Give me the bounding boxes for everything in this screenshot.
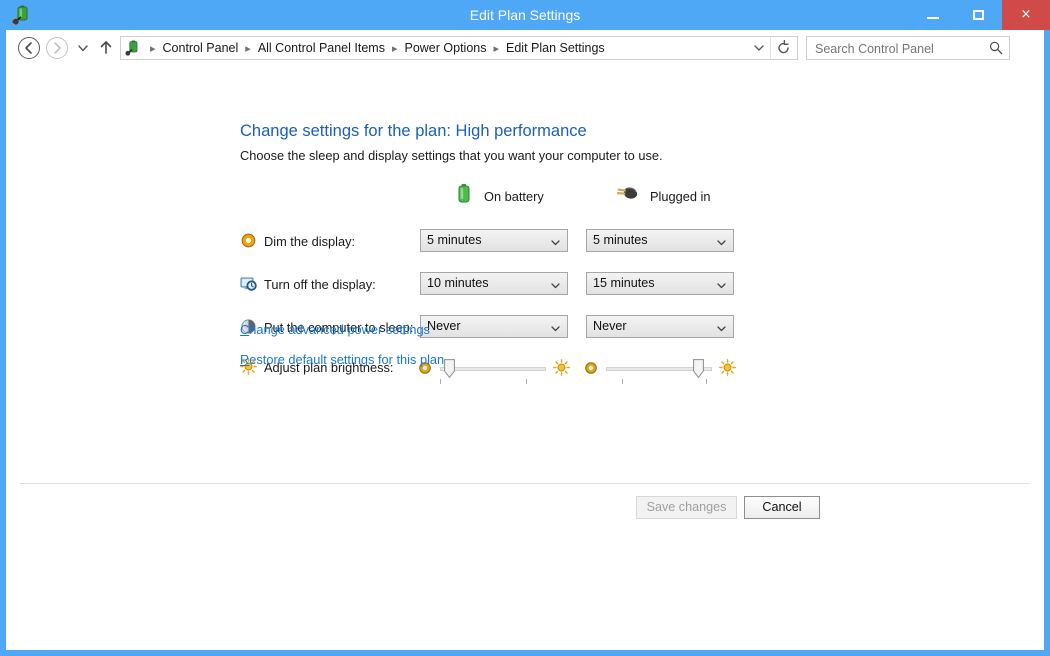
breadcrumb-separator-0: ▸ (150, 41, 156, 55)
content-panel: Change settings for the plan: High perfo… (6, 66, 1044, 650)
navigation-bar: ▸ Control Panel ▸ All Control Panel Item… (6, 30, 1044, 66)
breadcrumb: ▸ Control Panel ▸ All Control Panel Item… (145, 37, 607, 59)
link-change-advanced-power-settings[interactable]: Change advanced power settings (240, 322, 430, 337)
turn-off-display-icon (240, 275, 257, 292)
link-restore-default-settings[interactable]: Restore default settings for this plan (240, 352, 444, 367)
turn-off-display-plugged-select[interactable]: 15 minutes (586, 272, 734, 295)
column-label-on-battery: On battery (484, 188, 544, 204)
setting-row-sleep: Put the computer to sleep: Never Never (6, 312, 1044, 344)
maximize-icon (973, 10, 984, 20)
breadcrumb-item-power-options[interactable]: Power Options (402, 41, 488, 55)
dim-display-battery-select[interactable]: 5 minutes (420, 229, 568, 252)
minimize-icon (927, 17, 939, 19)
high-brightness-icon (719, 359, 736, 376)
link-text: estore default settings for this plan (249, 352, 445, 367)
title-bar: Edit Plan Settings × (0, 0, 1050, 30)
slider-tick (706, 379, 707, 384)
forward-button[interactable] (46, 37, 68, 59)
chevron-down-icon (550, 321, 561, 332)
setting-row-turn-off-display: Turn off the display: 10 minutes 15 minu… (6, 269, 1044, 301)
up-button[interactable] (96, 37, 116, 59)
save-changes-button[interactable]: Save changes (636, 496, 737, 519)
setting-row-dim-display: Dim the display: 5 minutes 5 minutes (6, 226, 1044, 258)
dim-display-plugged-value: 5 minutes (593, 233, 648, 247)
chevron-down-icon (550, 235, 561, 246)
maximize-button[interactable] (956, 0, 1002, 30)
turn-off-display-plugged-value: 15 minutes (593, 276, 655, 290)
sleep-plugged-select[interactable]: Never (586, 315, 734, 338)
chevron-down-icon (550, 278, 561, 289)
high-brightness-icon (553, 359, 570, 376)
column-header-on-battery: On battery (454, 182, 544, 210)
breadcrumb-item-all-control-panel-items[interactable]: All Control Panel Items (256, 41, 387, 55)
slider-tick (440, 379, 441, 384)
chevron-down-icon (716, 235, 727, 246)
link-accesskey: C (240, 322, 250, 337)
address-power-plan-icon (125, 40, 141, 56)
brightness-plugged-slider[interactable] (606, 356, 712, 384)
address-bar[interactable]: ▸ Control Panel ▸ All Control Panel Item… (120, 36, 798, 60)
power-plug-icon (614, 183, 640, 210)
breadcrumb-separator-1: ▸ (245, 41, 251, 55)
low-brightness-icon (584, 361, 598, 375)
sleep-plugged-value: Never (593, 319, 627, 333)
sleep-battery-value: Never (427, 319, 461, 333)
column-label-plugged-in: Plugged in (650, 188, 711, 204)
dim-display-battery-value: 5 minutes (427, 233, 482, 247)
setting-label-turn-off-display: Turn off the display: (264, 277, 376, 292)
slider-tick (526, 379, 527, 384)
footer-separator (20, 483, 1030, 484)
breadcrumb-separator-2: ▸ (391, 41, 398, 55)
cancel-button[interactable]: Cancel (744, 496, 820, 519)
window-title: Edit Plan Settings (469, 7, 581, 23)
breadcrumb-separator-3: ▸ (493, 41, 499, 55)
dim-display-icon (240, 232, 257, 249)
search-box[interactable] (806, 36, 1010, 60)
recent-locations-button[interactable] (74, 37, 92, 59)
page-subtitle: Choose the sleep and display settings th… (240, 148, 663, 163)
back-button[interactable] (18, 37, 40, 59)
sleep-battery-select[interactable]: Never (420, 315, 568, 338)
brightness-battery-slider[interactable] (440, 356, 546, 384)
address-dropdown-button[interactable] (749, 37, 769, 59)
slider-thumb[interactable] (443, 359, 455, 379)
setting-label-dim-display: Dim the display: (264, 234, 356, 249)
minimize-button[interactable] (910, 0, 956, 30)
turn-off-display-battery-select[interactable]: 10 minutes (420, 272, 568, 295)
search-input[interactable] (813, 39, 981, 59)
refresh-button[interactable] (770, 37, 797, 59)
breadcrumb-item-control-panel[interactable]: Control Panel (161, 41, 241, 55)
window-frame: Edit Plan Settings × ▸ Control Panel ▸ A… (0, 0, 1050, 656)
search-icon[interactable] (988, 40, 1004, 56)
setting-row-brightness: Adjust plan brightness: (6, 352, 1044, 384)
slider-tick (622, 379, 623, 384)
breadcrumb-item-edit-plan-settings[interactable]: Edit Plan Settings (504, 41, 607, 55)
close-button[interactable]: × (1002, 0, 1050, 30)
dim-display-plugged-select[interactable]: 5 minutes (586, 229, 734, 252)
window-controls: × (910, 0, 1050, 30)
slider-track (440, 367, 546, 371)
turn-off-display-battery-value: 10 minutes (427, 276, 489, 290)
chevron-down-icon (716, 321, 727, 332)
close-icon: × (1020, 7, 1032, 22)
brightness-plugged-slider-group (584, 356, 736, 384)
slider-thumb[interactable] (693, 359, 705, 379)
page-title: Change settings for the plan: High perfo… (240, 122, 587, 140)
link-text: hange advanced power settings (249, 322, 430, 337)
battery-icon (454, 183, 474, 210)
column-header-plugged-in: Plugged in (614, 182, 710, 210)
client-area: ▸ Control Panel ▸ All Control Panel Item… (6, 30, 1044, 650)
chevron-down-icon (716, 278, 727, 289)
link-accesskey: R (240, 352, 250, 367)
